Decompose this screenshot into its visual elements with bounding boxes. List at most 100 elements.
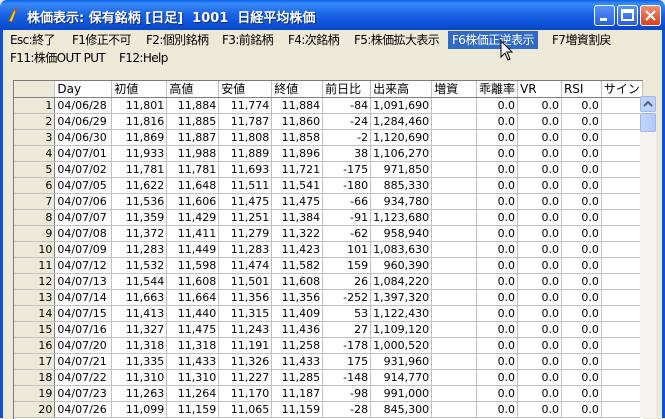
table-cell[interactable]: 27 [322, 321, 372, 338]
table-cell[interactable]: 11,801 [111, 97, 168, 114]
column-header[interactable]: RSI [561, 81, 602, 98]
table-cell[interactable]: 11,474 [218, 257, 273, 274]
table-cell[interactable]: 04/07/12 [54, 257, 113, 274]
table-cell[interactable]: 0.0 [476, 209, 519, 226]
table-cell[interactable]: 11,858 [271, 129, 324, 146]
table-row[interactable]: 17 04/07/21 11,335 11,433 11,326 11,433 175 931… [14, 353, 643, 370]
table-cell[interactable] [601, 161, 643, 178]
table-cell[interactable]: 0.0 [517, 241, 562, 258]
table-cell[interactable]: 0.0 [476, 129, 519, 146]
table-cell[interactable]: 0.0 [476, 241, 519, 258]
table-cell[interactable]: 11,283 [111, 241, 168, 258]
table-cell[interactable]: 11,433 [271, 353, 324, 370]
table-cell[interactable]: 11,318 [166, 337, 220, 354]
table-cell[interactable]: 101 [322, 241, 372, 258]
table-cell[interactable]: 04/07/09 [54, 241, 113, 258]
scroll-thumb[interactable] [640, 113, 656, 132]
table-cell[interactable]: 0.0 [561, 257, 602, 274]
table-cell[interactable]: 0.0 [561, 161, 602, 178]
table-cell[interactable]: 11,099 [111, 401, 168, 418]
table-cell[interactable]: 845,300 [370, 401, 433, 418]
table-row[interactable]: 5 04/07/02 11,781 11,781 11,693 11,721 -175 971… [14, 161, 643, 178]
fkey-f11-output[interactable]: F11:株価OUT PUT [6, 49, 109, 67]
table-cell[interactable]: 11,264 [166, 385, 220, 402]
table-cell[interactable]: 11,279 [218, 225, 273, 242]
title-bar[interactable]: 株価表示: 保有銘柄 [日足] 1001 日経平均株価 [0, 0, 665, 30]
table-cell[interactable]: 04/07/02 [54, 161, 113, 178]
table-row[interactable]: 19 04/07/23 11,263 11,264 11,170 11,187 -98 991… [14, 385, 643, 402]
table-cell[interactable] [601, 385, 643, 402]
table-cell[interactable]: 11,315 [218, 305, 273, 322]
table-cell[interactable]: 04/07/16 [54, 321, 113, 338]
table-cell[interactable]: 04/06/29 [54, 113, 113, 130]
table-cell[interactable]: 11,318 [111, 337, 168, 354]
table-cell[interactable]: 11,159 [166, 401, 220, 418]
table-row[interactable]: 18 04/07/22 11,310 11,310 11,227 11,285 -148 91… [14, 369, 643, 386]
column-header[interactable]: 安値 [218, 81, 273, 98]
table-cell[interactable]: 11,327 [111, 321, 168, 338]
table-cell[interactable]: 0.0 [476, 305, 519, 322]
fkey-f5-zoom[interactable]: F5:株価拡大表示 [350, 31, 443, 49]
table-cell[interactable]: 38 [322, 145, 372, 162]
table-cell[interactable]: 11,501 [218, 273, 273, 290]
table-cell[interactable] [601, 337, 643, 354]
table-cell[interactable]: 1,106,270 [370, 145, 433, 162]
table-cell[interactable]: 04/07/15 [54, 305, 113, 322]
table-cell[interactable]: 04/07/05 [54, 177, 113, 194]
table-cell[interactable]: 0.0 [517, 161, 562, 178]
table-row[interactable]: 14 04/07/15 11,413 11,440 11,315 11,409 53 1,12… [14, 305, 643, 322]
table-cell[interactable]: 11,322 [271, 225, 324, 242]
fkey-esc-exit[interactable]: Esc:終了 [6, 31, 59, 49]
column-header[interactable]: 乖離率 [476, 81, 519, 98]
row-index-cell[interactable]: 2 [14, 113, 56, 130]
table-row[interactable]: 20 04/07/26 11,099 11,159 11,065 11,159 -28 845… [14, 401, 643, 418]
table-cell[interactable]: 11,251 [218, 209, 273, 226]
table-cell[interactable]: 04/07/22 [54, 369, 113, 386]
table-cell[interactable] [431, 321, 478, 338]
table-cell[interactable]: 11,582 [271, 257, 324, 274]
table-cell[interactable]: -148 [322, 369, 372, 386]
table-cell[interactable]: 0.0 [476, 177, 519, 194]
table-cell[interactable]: 0.0 [561, 385, 602, 402]
table-row[interactable]: 12 04/07/13 11,544 11,608 11,501 11,608 26 1,08… [14, 273, 643, 290]
table-cell[interactable]: 11,283 [218, 241, 273, 258]
table-cell[interactable]: 0.0 [476, 273, 519, 290]
table-cell[interactable]: 0.0 [476, 161, 519, 178]
table-cell[interactable] [431, 385, 478, 402]
table-cell[interactable]: -91 [322, 209, 372, 226]
table-row[interactable]: 4 04/07/01 11,933 11,988 11,889 11,896 38 1,106… [14, 145, 643, 162]
table-cell[interactable]: 11,475 [218, 193, 273, 210]
table-row[interactable]: 15 04/07/16 11,327 11,475 11,243 11,436 27 1,10… [14, 321, 643, 338]
fkey-f7-capital[interactable]: F7増資割戻 [548, 31, 615, 49]
table-cell[interactable]: 11,423 [271, 241, 324, 258]
table-cell[interactable]: 04/07/26 [54, 401, 113, 418]
row-index-cell[interactable]: 1 [14, 97, 56, 114]
table-cell[interactable]: 11,335 [111, 353, 168, 370]
table-cell[interactable]: 0.0 [561, 225, 602, 242]
column-header[interactable]: 高値 [166, 81, 220, 98]
table-cell[interactable]: 11,359 [111, 209, 168, 226]
table-cell[interactable]: 0.0 [561, 305, 602, 322]
column-header[interactable]: 増資 [431, 81, 478, 98]
table-cell[interactable]: 0.0 [517, 401, 562, 418]
table-cell[interactable]: 0.0 [476, 321, 519, 338]
table-cell[interactable]: 11,258 [271, 337, 324, 354]
table-row[interactable]: 9 04/07/08 11,372 11,411 11,279 11,322 -62 958,… [14, 225, 643, 242]
table-cell[interactable]: 0.0 [476, 193, 519, 210]
table-cell[interactable] [601, 305, 643, 322]
table-cell[interactable]: 0.0 [517, 177, 562, 194]
table-row[interactable]: 1 04/06/28 11,801 11,884 11,774 11,884 -84 1,09… [14, 97, 643, 114]
table-cell[interactable]: 1,000,520 [370, 337, 433, 354]
table-cell[interactable]: 11,808 [218, 129, 273, 146]
table-cell[interactable]: 0.0 [517, 353, 562, 370]
table-cell[interactable]: 11,721 [271, 161, 324, 178]
table-row[interactable]: 3 04/06/30 11,869 11,887 11,808 11,858 -2 1,120… [14, 129, 643, 146]
table-row[interactable]: 16 04/07/20 11,318 11,318 11,191 11,258 -178 1,… [14, 337, 643, 354]
row-index-cell[interactable]: 19 [14, 385, 56, 402]
table-cell[interactable]: 885,330 [370, 177, 433, 194]
row-index-cell[interactable]: 9 [14, 225, 56, 242]
table-cell[interactable] [431, 177, 478, 194]
table-cell[interactable]: 958,940 [370, 225, 433, 242]
table-cell[interactable]: 11,541 [271, 177, 324, 194]
table-cell[interactable]: 0.0 [476, 289, 519, 306]
